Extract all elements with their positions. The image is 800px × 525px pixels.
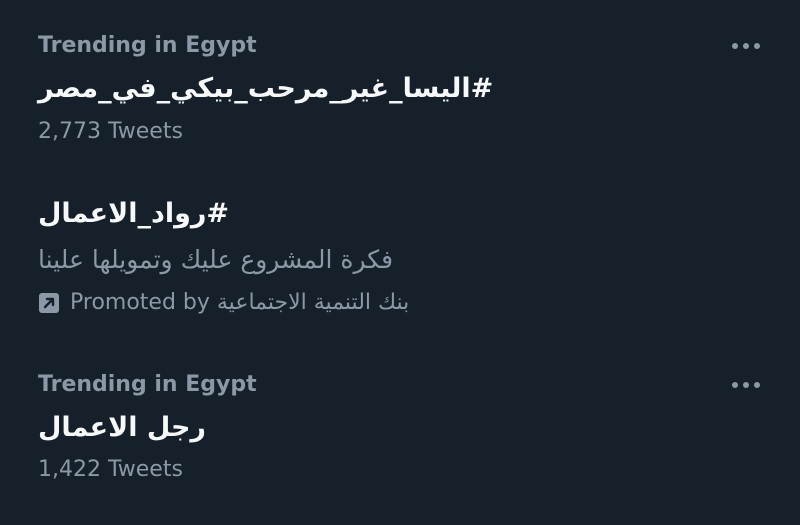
tweet-count: 1,422 Tweets: [38, 457, 183, 482]
more-options-button[interactable]: [728, 34, 764, 58]
promoted-by-line: Promoted by بنك التنمية الاجتماعية: [38, 290, 409, 315]
trend-title[interactable]: رجل الاعمال: [38, 412, 206, 443]
trend-context: Trending in Egypt: [38, 33, 257, 58]
trend-item[interactable]: Trending in Egypt #اليسا_غير_مرحب_بيكي_ف…: [0, 0, 800, 165]
trend-item[interactable]: Trending in Egypt رجل الاعمال 1,422 Twee…: [0, 340, 800, 525]
more-horizontal-icon: [732, 382, 760, 388]
promoted-description: فكرة المشروع عليك وتمويلها علينا: [38, 245, 394, 274]
promoted-trend-item[interactable]: #رواد_الاعمال فكرة المشروع عليك وتمويلها…: [0, 165, 800, 335]
tweet-count: 2,773 Tweets: [38, 119, 183, 144]
promoted-arrow-icon: [39, 292, 59, 313]
trend-context: Trending in Egypt: [38, 372, 257, 397]
trend-title[interactable]: #رواد_الاعمال: [38, 198, 229, 229]
more-options-button[interactable]: [728, 373, 764, 397]
more-horizontal-icon: [732, 43, 760, 49]
promoted-by-text: Promoted by بنك التنمية الاجتماعية: [70, 290, 410, 315]
trend-title[interactable]: #اليسا_غير_مرحب_بيكي_في_مصر: [38, 73, 493, 104]
